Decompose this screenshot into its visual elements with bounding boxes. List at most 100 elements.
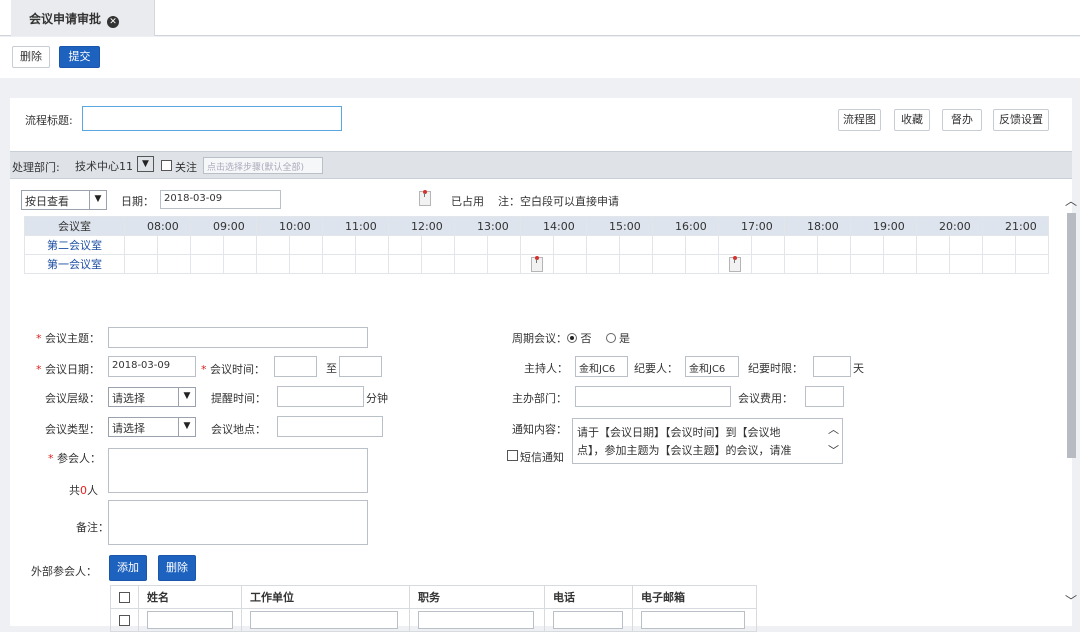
time-slot[interactable] xyxy=(619,254,653,274)
time-slot[interactable] xyxy=(1015,235,1049,255)
time-slot[interactable] xyxy=(619,235,653,255)
phone-input[interactable] xyxy=(553,611,623,629)
email-input[interactable] xyxy=(641,611,745,629)
schedule-date-input[interactable]: 2018-03-09 xyxy=(160,190,281,209)
select-all-checkbox[interactable] xyxy=(119,591,130,603)
time-slot[interactable] xyxy=(190,235,224,255)
remark-textarea[interactable] xyxy=(108,500,368,545)
add-external-button[interactable]: 添加 xyxy=(109,555,147,581)
time-slot[interactable] xyxy=(289,254,323,274)
time-slot[interactable] xyxy=(388,235,422,255)
position-input[interactable] xyxy=(418,611,534,629)
time-slot[interactable] xyxy=(751,235,785,255)
recorder-input[interactable]: 金和JC6 xyxy=(685,356,739,377)
fee-input[interactable] xyxy=(805,386,844,407)
feedback-settings-button[interactable]: 反馈设置 xyxy=(993,109,1049,131)
time-slot[interactable] xyxy=(586,235,620,255)
favorite-button[interactable]: 收藏 xyxy=(894,109,930,131)
dept-select[interactable]: 技术中心11 ▼ xyxy=(72,156,154,174)
time-slot[interactable] xyxy=(784,254,818,274)
row-checkbox[interactable] xyxy=(119,614,130,626)
time-slot[interactable] xyxy=(223,235,257,255)
time-slot[interactable] xyxy=(916,235,950,255)
time-slot[interactable] xyxy=(1015,254,1049,274)
start-time-input[interactable] xyxy=(274,356,317,377)
periodic-no-radio[interactable] xyxy=(567,333,577,343)
time-slot[interactable] xyxy=(949,235,983,255)
time-slot[interactable] xyxy=(685,235,719,255)
time-slot[interactable] xyxy=(949,254,983,274)
delete-external-button[interactable]: 删除 xyxy=(158,555,196,581)
tab-meeting-approval[interactable]: 会议申请审批 ✕ xyxy=(11,0,155,36)
view-mode-select[interactable]: 按日查看 ▼ xyxy=(21,190,107,210)
time-slot[interactable] xyxy=(850,235,884,255)
company-input[interactable] xyxy=(250,611,398,629)
occupied-pin-icon[interactable] xyxy=(531,255,543,272)
scrollbar-thumb[interactable] xyxy=(1067,213,1076,458)
time-slot[interactable] xyxy=(883,235,917,255)
time-slot[interactable] xyxy=(553,235,587,255)
location-input[interactable] xyxy=(277,416,383,437)
time-slot[interactable] xyxy=(982,235,1016,255)
time-slot[interactable] xyxy=(718,254,752,274)
scroll-up-icon[interactable]: ︿ xyxy=(1064,194,1078,208)
time-slot[interactable] xyxy=(487,254,521,274)
meeting-date-input[interactable]: 2018-03-09 xyxy=(108,356,196,377)
time-slot[interactable] xyxy=(454,235,488,255)
sms-checkbox[interactable] xyxy=(507,450,518,461)
time-slot[interactable] xyxy=(883,254,917,274)
time-slot[interactable] xyxy=(652,235,686,255)
level-select[interactable]: 请选择 ▼ xyxy=(108,387,196,407)
time-slot[interactable] xyxy=(982,254,1016,274)
scroll-down-icon[interactable]: ﹀ xyxy=(1064,594,1078,608)
time-slot[interactable] xyxy=(355,235,389,255)
step-select-input[interactable]: 点击选择步骤(默认全部) xyxy=(203,157,323,174)
time-slot[interactable] xyxy=(157,235,191,255)
remind-input[interactable] xyxy=(277,386,364,407)
end-time-input[interactable] xyxy=(339,356,382,377)
flow-title-input[interactable] xyxy=(82,106,342,131)
notice-textarea[interactable]: 请于【会议日期】【会议时间】到【会议地 点】，参加主题为【会议主题】的会议，请准… xyxy=(572,418,843,464)
attendees-textarea[interactable] xyxy=(108,448,368,493)
time-slot[interactable] xyxy=(322,254,356,274)
time-slot[interactable] xyxy=(223,254,257,274)
time-slot[interactable] xyxy=(817,254,851,274)
time-slot[interactable] xyxy=(454,254,488,274)
time-slot[interactable] xyxy=(520,235,554,255)
time-slot[interactable] xyxy=(652,254,686,274)
deadline-input[interactable] xyxy=(813,356,851,377)
time-slot[interactable] xyxy=(124,254,158,274)
time-slot[interactable] xyxy=(322,235,356,255)
time-slot[interactable] xyxy=(157,254,191,274)
scroll-up-icon[interactable]: ︿ xyxy=(828,421,839,439)
time-slot[interactable] xyxy=(553,254,587,274)
time-slot[interactable] xyxy=(124,235,158,255)
time-slot[interactable] xyxy=(718,235,752,255)
time-slot[interactable] xyxy=(751,254,785,274)
scroll-down-icon[interactable]: ﹀ xyxy=(828,442,839,460)
time-slot[interactable] xyxy=(784,235,818,255)
submit-button[interactable]: 提交 xyxy=(59,46,100,68)
time-slot[interactable] xyxy=(388,254,422,274)
host-input[interactable]: 金和JC6 xyxy=(575,356,628,377)
time-slot[interactable] xyxy=(256,235,290,255)
follow-checkbox[interactable] xyxy=(161,160,172,171)
time-slot[interactable] xyxy=(817,235,851,255)
time-slot[interactable] xyxy=(289,235,323,255)
name-input[interactable] xyxy=(147,611,233,629)
time-slot[interactable] xyxy=(190,254,224,274)
time-slot[interactable] xyxy=(421,235,455,255)
time-slot[interactable] xyxy=(916,254,950,274)
delete-button[interactable]: 删除 xyxy=(12,46,50,68)
time-slot[interactable] xyxy=(355,254,389,274)
time-slot[interactable] xyxy=(850,254,884,274)
time-slot[interactable] xyxy=(520,254,554,274)
time-slot[interactable] xyxy=(685,254,719,274)
time-slot[interactable] xyxy=(487,235,521,255)
room-name[interactable]: 第一会议室 xyxy=(24,254,125,274)
time-slot[interactable] xyxy=(586,254,620,274)
periodic-yes-radio[interactable] xyxy=(605,333,616,343)
time-slot[interactable] xyxy=(256,254,290,274)
scrollbar[interactable]: ︿ ﹀ xyxy=(1064,190,1078,610)
flowchart-button[interactable]: 流程图 xyxy=(838,109,881,131)
